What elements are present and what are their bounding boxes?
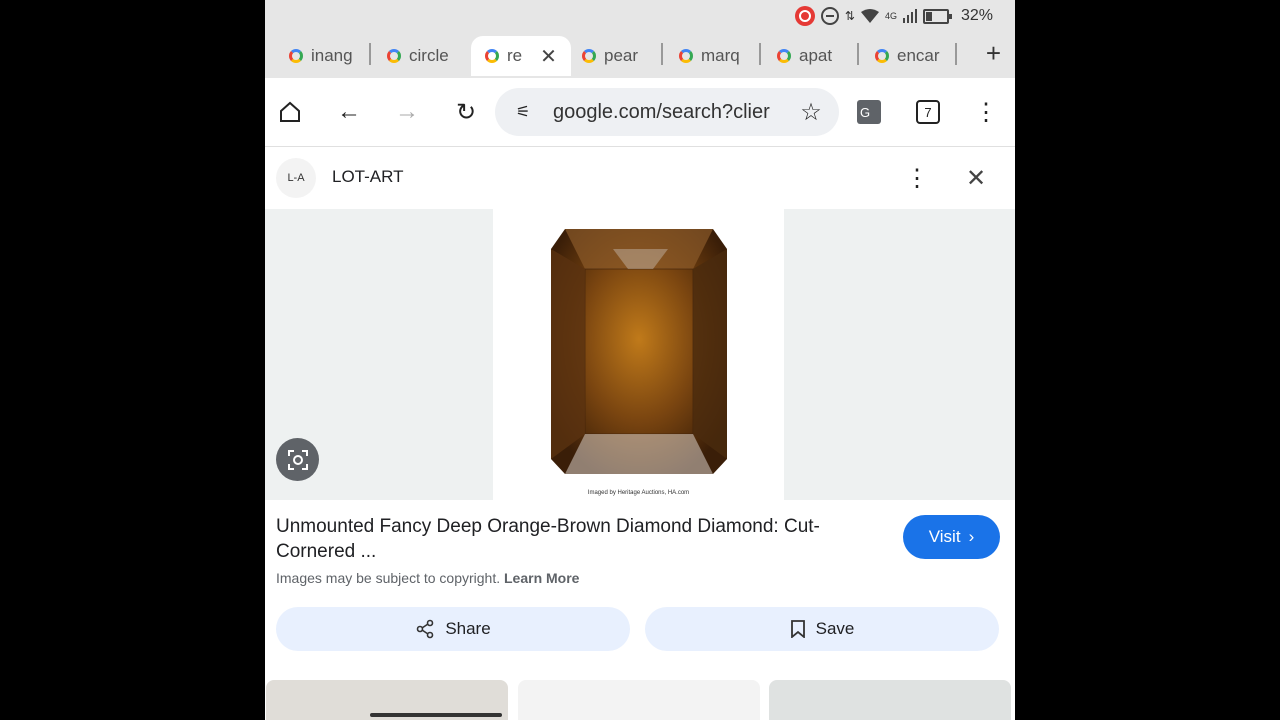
tab-label: encar [897,46,940,65]
tab-label: circle [409,46,449,65]
tab-strip: inang circle re ✕ pear marq apat encar + [265,30,1015,78]
share-label: Share [445,619,491,638]
star-icon[interactable]: ☆ [797,98,825,126]
copyright-notice: Images may be subject to copyright. Lear… [276,570,579,586]
tab-divider [369,43,371,65]
bookmark-icon [790,620,805,638]
tab-divider [759,43,761,65]
save-label: Save [815,619,855,638]
tab-label: inang [311,46,353,65]
image-viewer: Imaged by Heritage Auctions, HA.com [265,209,1015,500]
tab-item[interactable]: marq [679,36,740,76]
tab-item-active[interactable]: re ✕ [471,36,571,76]
close-tab-icon[interactable]: ✕ [540,44,557,69]
google-icon [777,49,791,63]
address-bar[interactable]: ⚟ google.com/search?clier ☆ [495,88,839,136]
tab-divider [661,43,663,65]
translate-icon[interactable]: G [855,98,883,126]
more-vert-icon[interactable]: ⋮ [903,164,931,192]
lens-button[interactable] [276,438,319,481]
chevron-right-icon: › [968,527,975,546]
tab-item[interactable]: circle [387,36,449,76]
tab-label: apat [799,46,833,65]
google-icon [679,49,693,63]
tab-label: re [507,46,523,65]
result-title[interactable]: Unmounted Fancy Deep Orange-Brown Diamon… [276,514,876,564]
battery-icon [922,8,952,24]
visit-button[interactable]: Visit › [903,515,1000,559]
browser-toolbar: ← → ↻ ⚟ google.com/search?clier ☆ G 7 ⋮ [265,78,1015,147]
source-header: L-A LOT-ART ⋮ ✕ [265,147,1015,209]
tab-item[interactable]: pear [582,36,638,76]
diamond-image [551,229,727,474]
data-arrows-icon: ⇅ [844,9,855,23]
network-type: 4G [884,11,897,21]
copyright-text: Images may be subject to copyright. [276,570,501,586]
close-icon[interactable]: ✕ [962,164,990,192]
reload-icon[interactable]: ↻ [452,98,480,126]
google-icon [485,49,499,63]
tab-switcher-button[interactable]: 7 [914,98,942,126]
related-image[interactable] [769,680,1011,720]
home-indicator[interactable] [370,713,502,717]
google-icon [387,49,401,63]
google-icon [875,49,889,63]
tab-label: marq [701,46,740,65]
google-icon [289,49,303,63]
browser-window: ⇅ 4G 32% inang circle re ✕ pear marq apat… [265,0,1015,720]
share-button[interactable]: Share [276,607,630,651]
svg-text:G: G [860,105,870,120]
do-not-disturb-icon [820,7,839,25]
tab-divider [955,43,957,65]
wifi-icon [860,9,879,23]
forward-icon[interactable]: → [393,98,421,126]
more-vert-icon[interactable]: ⋮ [972,98,1000,126]
tab-item[interactable]: encar [875,36,940,76]
related-image[interactable] [518,680,760,720]
save-button[interactable]: Save [645,607,999,651]
tab-label: pear [604,46,639,65]
tab-item[interactable]: apat [777,36,832,76]
screen-record-icon [794,6,815,26]
lens-icon [287,449,308,470]
status-bar: ⇅ 4G 32% [265,0,1015,30]
new-tab-icon[interactable]: + [986,38,1001,69]
tab-divider [857,43,859,65]
visit-label: Visit [928,527,961,546]
back-icon[interactable]: ← [335,98,363,126]
url-text[interactable]: google.com/search?clier [553,101,773,124]
tab-count: 7 [916,100,940,124]
image-credit: Imaged by Heritage Auctions, HA.com [587,490,690,496]
source-logo[interactable]: L-A [276,158,316,198]
learn-more-link[interactable]: Learn More [504,570,579,586]
preview-image[interactable]: Imaged by Heritage Auctions, HA.com [493,209,784,500]
home-icon[interactable] [276,98,304,126]
tab-item[interactable]: inang [289,36,353,76]
google-icon [582,49,596,63]
share-icon [417,619,434,639]
source-name[interactable]: LOT-ART [332,167,403,187]
site-settings-icon[interactable]: ⚟ [509,98,537,126]
battery-level: 32% [960,7,993,24]
signal-icon [902,9,917,23]
